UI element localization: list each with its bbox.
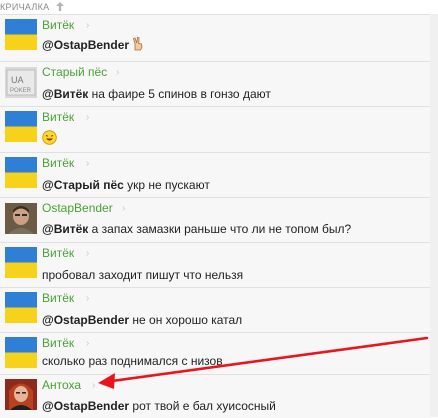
reply-arrow-icon[interactable]: › [86, 337, 89, 351]
avatar[interactable] [5, 247, 37, 278]
message-item: Витёк › @OstapBender [0, 14, 430, 62]
message-text: @Витёк на фаире 5 спинов в гонзо дают [42, 86, 271, 102]
message-item: Витёк › @Старый пёс укр не пускают [0, 152, 430, 198]
message-text: @OstapBender не он хорошо катал [42, 312, 242, 328]
reply-arrow-icon[interactable]: › [86, 19, 89, 33]
message-body: укр не пускают [127, 178, 210, 192]
message-body: пробовал заходит пишут что нельзя [42, 268, 244, 282]
message-author[interactable]: Старый пёс [42, 64, 107, 80]
reply-arrow-icon[interactable]: › [86, 111, 89, 125]
scrollbar[interactable] [429, 14, 438, 417]
message-item: Витёк › пробовал заходит пишут что нельз… [0, 242, 430, 288]
message-mention[interactable]: @Старый пёс [42, 178, 124, 192]
message-item: OstapBender › @Витёк а запах замазки ран… [0, 197, 430, 243]
message-item: UA POKER Старый пёс › @Витёк на фаире 5 … [0, 61, 430, 107]
message-author[interactable]: Витёк [42, 155, 74, 171]
message-text: пробовал заходит пишут что нельзя [42, 267, 243, 283]
message-body: не он хорошо катал [132, 313, 243, 327]
message-text [42, 130, 57, 149]
message-mention[interactable]: @OstapBender [42, 313, 129, 327]
avatar[interactable] [5, 203, 37, 234]
victory-hand-icon [132, 37, 144, 55]
message-text: @OstapBender рот твой е бал хуисосный [42, 398, 276, 414]
message-text: @Старый пёс укр не пускают [42, 177, 210, 193]
message-body: рот твой е бал хуисосный [132, 399, 276, 413]
message-text: @OstapBender [42, 37, 144, 55]
message-text: @Витёк а запах замазки раньше что ли не … [42, 221, 351, 237]
message-item: Витёк › @OstapBender не он хорошо катал [0, 287, 430, 333]
reply-arrow-icon[interactable]: › [86, 157, 89, 171]
avatar-logo-text-top: UA [11, 75, 24, 85]
message-author[interactable]: Витёк [42, 109, 74, 125]
avatar[interactable] [5, 292, 37, 323]
message-body: сколько раз поднимался с низов [42, 354, 223, 368]
shoutbox-title: КРИЧАЛКА [0, 2, 50, 12]
message-mention[interactable]: @OstapBender [42, 38, 129, 52]
message-item: Антоха › @OstapBender рот твой е бал хуи… [0, 374, 430, 418]
message-mention[interactable]: @Витёк [42, 87, 88, 101]
laughing-smiley-icon [42, 130, 57, 149]
message-mention[interactable]: @Витёк [42, 222, 88, 236]
message-author[interactable]: Витёк [42, 335, 74, 351]
reply-arrow-icon[interactable]: › [122, 202, 125, 216]
message-author[interactable]: OstapBender [42, 200, 113, 216]
message-item: Витёк › [0, 106, 430, 153]
message-item: Витёк › сколько раз поднимался с низов [0, 332, 430, 375]
reply-arrow-icon[interactable]: › [86, 292, 89, 306]
reply-arrow-icon[interactable]: › [92, 379, 95, 393]
message-author[interactable]: Витёк [42, 245, 74, 261]
message-author[interactable]: Витёк [42, 17, 74, 33]
message-text: сколько раз поднимался с низов [42, 353, 223, 369]
avatar[interactable]: UA POKER [5, 67, 37, 98]
avatar[interactable] [5, 337, 37, 368]
message-body: а запах замазки раньше что ли не топом б… [91, 222, 352, 236]
avatar[interactable] [5, 19, 37, 50]
avatar[interactable] [5, 157, 37, 188]
avatar[interactable] [5, 111, 37, 142]
shoutbox-header: КРИЧАЛКА [0, 0, 438, 14]
avatar[interactable] [5, 379, 37, 410]
message-author[interactable]: Витёк [42, 290, 74, 306]
message-mention[interactable]: @OstapBender [42, 399, 129, 413]
message-body: на фаире 5 спинов в гонзо дают [91, 87, 271, 101]
reply-arrow-icon[interactable]: › [116, 66, 119, 80]
avatar-logo-text-bottom: POKER [10, 88, 32, 94]
reply-arrow-icon[interactable]: › [86, 247, 89, 261]
message-author[interactable]: Антоха [42, 377, 81, 393]
